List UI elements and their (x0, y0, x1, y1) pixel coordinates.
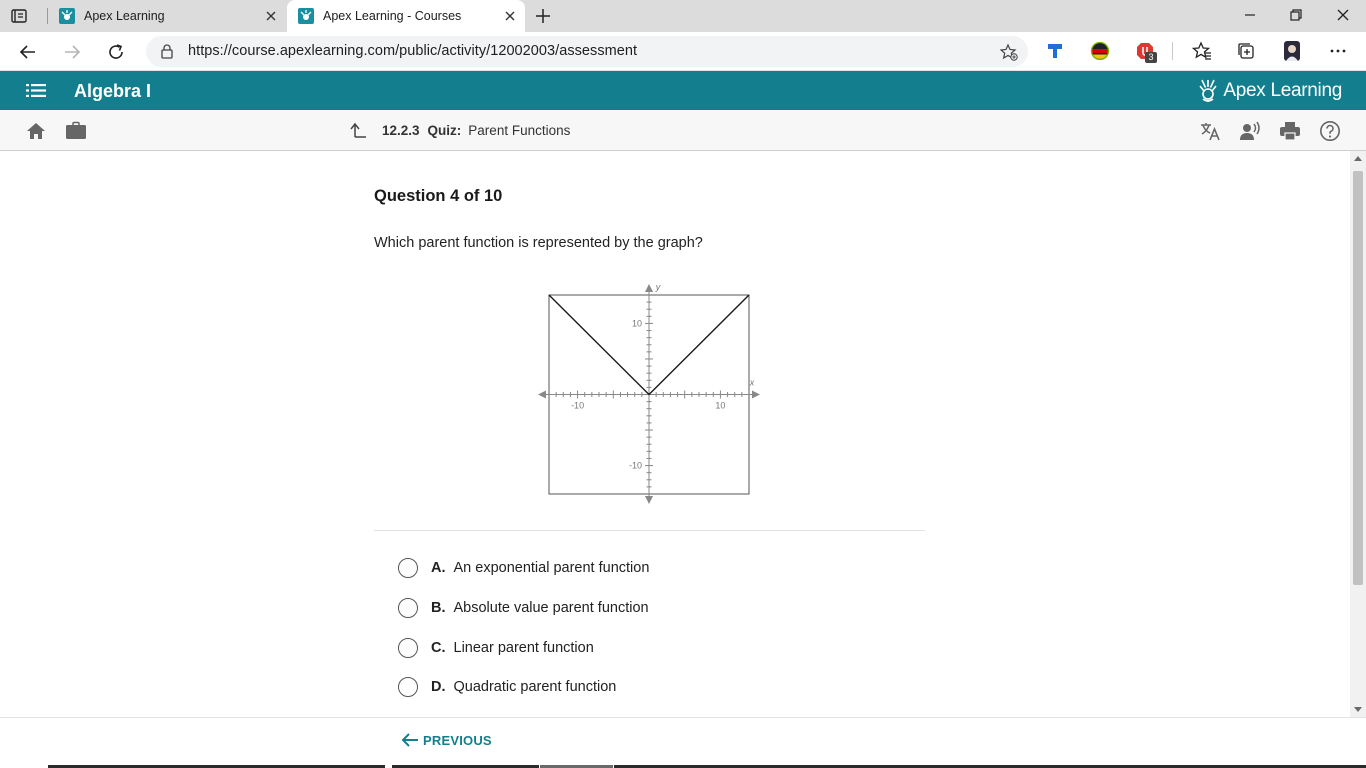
x-axis-label: x (749, 378, 755, 388)
page-scrollbar[interactable] (1350, 151, 1366, 717)
scroll-up-arrow-icon[interactable] (1354, 156, 1362, 161)
home-icon[interactable] (25, 120, 47, 142)
radio-button[interactable] (398, 638, 418, 658)
choice-letter: A. (431, 560, 446, 576)
y-tick-label: 10 (632, 318, 642, 328)
question-content: Question 4 of 10 Which parent function i… (0, 151, 1350, 717)
content-divider (374, 530, 925, 531)
browser-tab-strip: Apex Learning Apex Learning - Courses (0, 0, 1366, 32)
apex-logo-mark-icon (1199, 79, 1217, 102)
question-prompt: Which parent function is represented by … (374, 235, 703, 251)
extension-badge: 3 (1145, 52, 1157, 63)
choice-text: Quadratic parent function (453, 679, 617, 695)
help-icon[interactable] (1319, 120, 1341, 142)
app-header: Algebra I Apex Learning (0, 71, 1366, 110)
profile-avatar-icon[interactable] (1281, 40, 1303, 62)
back-icon[interactable] (18, 42, 38, 62)
answer-choice-c[interactable]: C. Linear parent function (398, 636, 594, 660)
radio-button[interactable] (398, 677, 418, 697)
previous-button[interactable]: PREVIOUS (401, 732, 492, 748)
question-counter: Question 4 of 10 (374, 187, 503, 205)
scrollbar-thumb[interactable] (1353, 171, 1363, 585)
collections-icon[interactable] (1236, 41, 1256, 61)
add-favorite-icon[interactable] (1000, 43, 1018, 61)
url-text: https://course.apexlearning.com/public/a… (188, 43, 638, 59)
minimize-window-icon[interactable] (1242, 7, 1258, 23)
answer-choice-b[interactable]: B. Absolute value parent function (398, 596, 649, 620)
browser-tab-apex-learning[interactable]: Apex Learning (48, 0, 286, 32)
extension-shield-icon[interactable] (1045, 41, 1065, 61)
activity-name: Parent Functions (468, 122, 571, 138)
radio-button[interactable] (398, 558, 418, 578)
quiz-footer: PREVIOUS (0, 717, 1366, 768)
arrow-left-icon (401, 733, 418, 747)
y-axis-up-arrow (645, 284, 653, 292)
scroll-down-arrow-icon[interactable] (1354, 707, 1362, 712)
address-bar[interactable]: https://course.apexlearning.com/public/a… (146, 36, 1028, 67)
answer-choice-a[interactable]: A. An exponential parent function (398, 556, 649, 580)
brand-name: Apex Learning (1223, 80, 1342, 101)
tab-title: Apex Learning (84, 9, 165, 23)
restore-window-icon[interactable] (1288, 7, 1304, 23)
refresh-icon[interactable] (106, 42, 126, 62)
toolbar-separator (1172, 42, 1173, 60)
lock-icon[interactable] (160, 44, 174, 59)
choice-letter: D. (431, 679, 446, 695)
print-icon[interactable] (1279, 120, 1301, 142)
previous-label: PREVIOUS (423, 732, 492, 748)
apex-favicon-icon (59, 8, 75, 24)
apex-favicon-icon (298, 8, 314, 24)
activity-breadcrumb: 12.2.3 Quiz: Parent Functions (349, 121, 570, 139)
x-axis-left-arrow (538, 390, 546, 399)
x-axis-right-arrow (752, 390, 760, 399)
translate-icon[interactable] (1199, 120, 1221, 142)
briefcase-icon[interactable] (65, 120, 87, 142)
extension-flag-icon[interactable] (1090, 41, 1110, 61)
choice-text: An exponential parent function (453, 560, 650, 576)
choice-letter: B. (431, 600, 446, 616)
close-tab-icon[interactable] (264, 9, 278, 23)
answer-choice-d[interactable]: D. Quadratic parent function (398, 675, 616, 699)
menu-list-icon[interactable] (26, 83, 46, 98)
y-axis-label: y (655, 282, 661, 292)
favorites-icon[interactable] (1192, 41, 1212, 61)
new-tab-icon[interactable] (535, 8, 551, 24)
close-tab-icon[interactable] (503, 9, 517, 23)
forward-icon[interactable] (62, 42, 82, 62)
read-aloud-icon[interactable] (1239, 120, 1261, 142)
tab-actions-icon[interactable] (10, 7, 28, 25)
x-tick-label: -10 (571, 401, 584, 411)
activity-toolbar: 12.2.3 Quiz: Parent Functions (0, 110, 1366, 151)
activity-kind: Quiz: (427, 122, 462, 138)
choice-letter: C. (431, 640, 446, 656)
function-graph: -10 10 10 -10 x y (538, 282, 760, 504)
apex-learning-logo[interactable]: Apex Learning (1197, 77, 1342, 105)
more-options-icon[interactable] (1328, 41, 1348, 61)
tab-title: Apex Learning - Courses (323, 9, 462, 23)
activity-number: 12.2.3 (382, 122, 420, 138)
x-tick-label: 10 (715, 401, 725, 411)
extension-adblock[interactable]: 3 (1135, 41, 1159, 63)
choice-text: Linear parent function (453, 640, 594, 656)
choice-text: Absolute value parent function (453, 600, 649, 616)
up-level-icon[interactable] (349, 121, 367, 139)
y-tick-label: -10 (629, 461, 642, 471)
close-window-icon[interactable] (1335, 7, 1351, 23)
y-axis-down-arrow (645, 496, 653, 504)
browser-toolbar: https://course.apexlearning.com/public/a… (0, 32, 1366, 71)
browser-tab-apex-courses[interactable]: Apex Learning - Courses (287, 0, 525, 32)
radio-button[interactable] (398, 598, 418, 618)
course-title: Algebra I (74, 81, 152, 101)
